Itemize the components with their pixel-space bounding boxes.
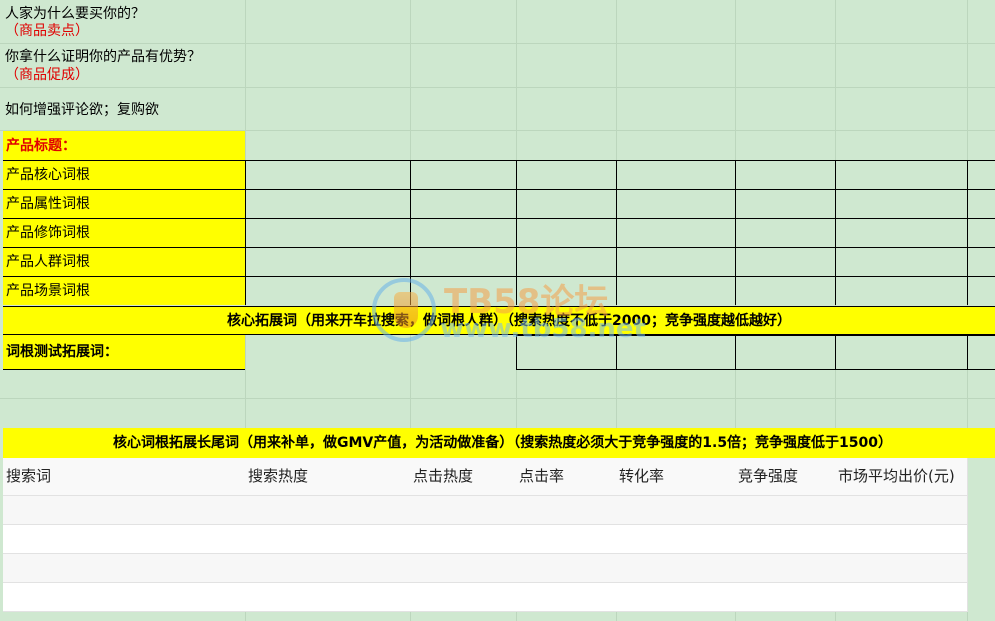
column-header[interactable]: 点击热度 — [410, 458, 517, 496]
root-word-cell[interactable] — [967, 189, 995, 218]
root-word-cell[interactable] — [410, 160, 517, 189]
column-header[interactable]: 搜索热度 — [245, 458, 411, 496]
root-word-cell[interactable] — [245, 189, 411, 218]
promotion-note: （商品促成） — [5, 67, 89, 83]
table-cell[interactable] — [735, 496, 836, 525]
root-word-cell[interactable] — [835, 160, 968, 189]
table-cell[interactable] — [245, 583, 411, 612]
grid-hline — [0, 87, 995, 88]
root-word-cell[interactable] — [967, 247, 995, 276]
grid-hline — [0, 43, 995, 44]
root-word-cell[interactable] — [516, 160, 617, 189]
question-review-repurchase: 如何增强评论欲；复购欲 — [5, 102, 159, 118]
watermark-url: www.tb58.net — [440, 314, 646, 344]
table-cell[interactable] — [410, 496, 517, 525]
root-word-cell[interactable] — [835, 189, 968, 218]
test-words-label: 词根测试拓展词： — [6, 344, 118, 360]
table-cell[interactable] — [835, 525, 968, 554]
root-word-label[interactable]: 产品场景词根 — [3, 276, 245, 305]
root-word-label[interactable]: 产品核心词根 — [3, 160, 245, 189]
root-word-cell[interactable] — [245, 218, 411, 247]
longtail-banner[interactable]: 核心词根拓展长尾词（用来补单，做GMV产值，为活动做准备）（搜索热度必须大于竞争… — [3, 428, 995, 458]
table-cell[interactable] — [410, 525, 517, 554]
column-header[interactable]: 点击率 — [516, 458, 617, 496]
root-word-cell[interactable] — [735, 160, 836, 189]
question-why-buy: 人家为什么要买你的？ — [5, 6, 145, 22]
root-word-cell[interactable] — [616, 276, 736, 305]
table-cell[interactable] — [245, 525, 411, 554]
root-word-cell[interactable] — [967, 218, 995, 247]
test-row-cell[interactable] — [835, 335, 968, 370]
question-prove-advantage: 你拿什么证明你的产品有优势？ — [5, 49, 201, 65]
product-title-label: 产品标题： — [6, 138, 76, 154]
root-word-cell[interactable] — [735, 247, 836, 276]
table-cell[interactable] — [735, 525, 836, 554]
root-word-cell[interactable] — [735, 276, 836, 305]
root-word-cell[interactable] — [835, 276, 968, 305]
longtail-banner-text: 核心词根拓展长尾词（用来补单，做GMV产值，为活动做准备）（搜索热度必须大于竞争… — [113, 435, 893, 451]
root-word-cell[interactable] — [245, 247, 411, 276]
product-title-cell[interactable]: 产品标题： — [3, 131, 245, 160]
root-word-cell[interactable] — [616, 189, 736, 218]
root-word-cell[interactable] — [835, 247, 968, 276]
root-word-cell[interactable] — [835, 218, 968, 247]
root-word-cell[interactable] — [616, 218, 736, 247]
root-word-cell[interactable] — [516, 247, 617, 276]
root-word-cell[interactable] — [245, 160, 411, 189]
table-cell[interactable] — [516, 554, 617, 583]
root-word-cell[interactable] — [410, 247, 517, 276]
table-cell[interactable] — [3, 496, 246, 525]
table-cell[interactable] — [245, 496, 411, 525]
column-header[interactable]: 市场平均出价(元) — [835, 458, 968, 496]
table-cell[interactable] — [410, 583, 517, 612]
root-word-label[interactable]: 产品修饰词根 — [3, 218, 245, 247]
table-cell[interactable] — [616, 554, 736, 583]
table-cell[interactable] — [735, 583, 836, 612]
table-cell[interactable] — [835, 496, 968, 525]
column-header[interactable]: 搜索词 — [3, 458, 246, 496]
watermark-logo-icon — [372, 278, 436, 342]
root-word-cell[interactable] — [967, 276, 995, 305]
grid-hline — [0, 398, 995, 399]
root-word-label[interactable]: 产品属性词根 — [3, 189, 245, 218]
table-cell[interactable] — [616, 525, 736, 554]
root-word-cell[interactable] — [516, 218, 617, 247]
table-cell[interactable] — [516, 496, 617, 525]
table-cell[interactable] — [835, 554, 968, 583]
selling-point-note: （商品卖点） — [5, 23, 89, 39]
table-cell[interactable] — [616, 496, 736, 525]
root-word-cell[interactable] — [616, 160, 736, 189]
root-word-cell[interactable] — [967, 160, 995, 189]
table-cell[interactable] — [616, 583, 736, 612]
table-cell[interactable] — [835, 583, 968, 612]
table-cell[interactable] — [3, 554, 246, 583]
root-word-cell[interactable] — [410, 189, 517, 218]
test-row-cell[interactable] — [967, 335, 995, 370]
table-cell[interactable] — [3, 583, 246, 612]
root-word-cell[interactable] — [516, 189, 617, 218]
root-word-label[interactable]: 产品人群词根 — [3, 247, 245, 276]
table-cell[interactable] — [516, 583, 617, 612]
column-header[interactable]: 转化率 — [616, 458, 736, 496]
table-cell[interactable] — [516, 525, 617, 554]
root-word-cell[interactable] — [410, 218, 517, 247]
table-cell[interactable] — [410, 554, 517, 583]
watermark: TB58论坛 www.tb58.net — [372, 274, 646, 354]
table-cell[interactable] — [245, 554, 411, 583]
test-words-cell[interactable]: 词根测试拓展词： — [3, 335, 245, 370]
root-word-cell[interactable] — [735, 189, 836, 218]
test-row-cell[interactable] — [735, 335, 836, 370]
table-cell[interactable] — [735, 554, 836, 583]
table-cell[interactable] — [3, 525, 246, 554]
root-word-cell[interactable] — [616, 247, 736, 276]
root-word-cell[interactable] — [735, 218, 836, 247]
column-header[interactable]: 竞争强度 — [735, 458, 836, 496]
